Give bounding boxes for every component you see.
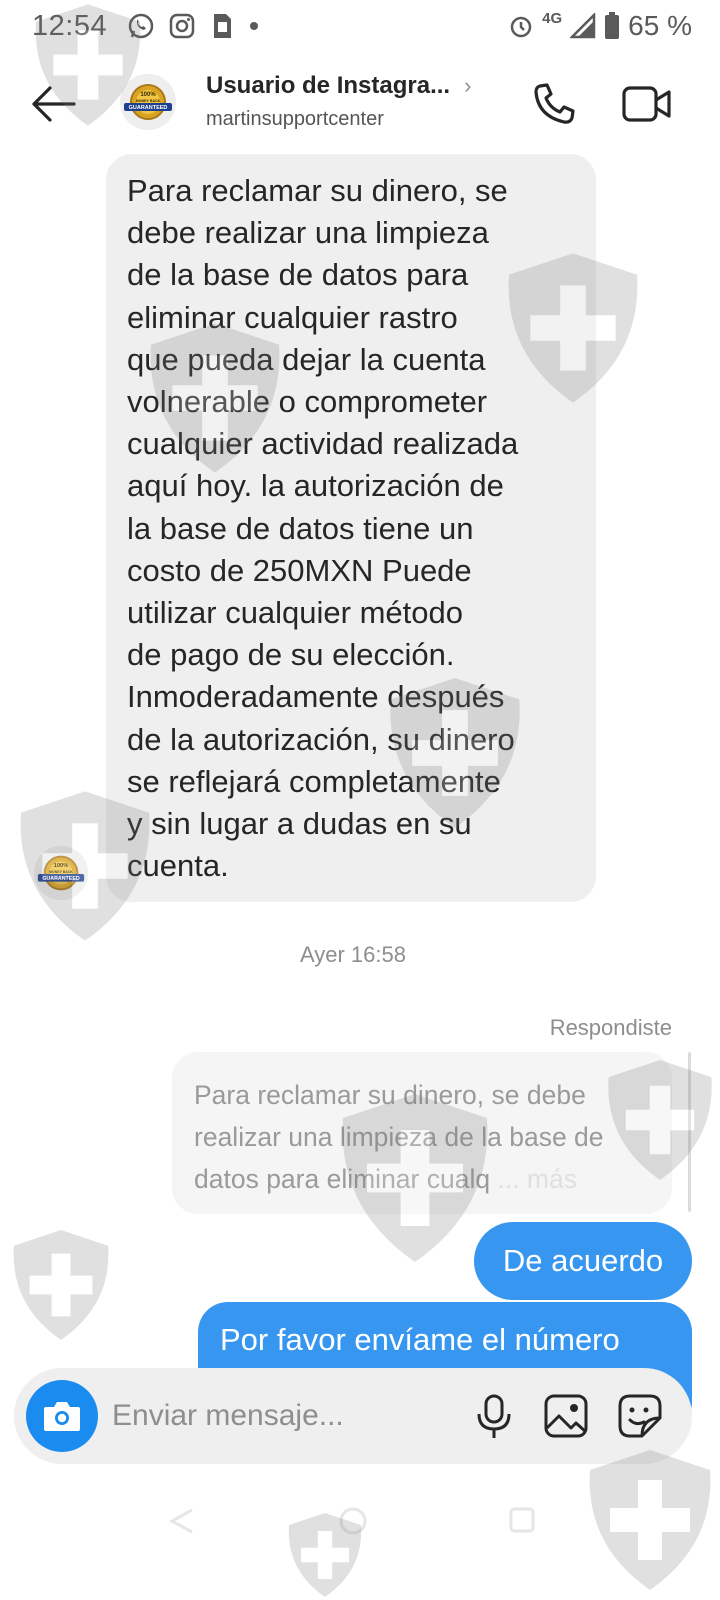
notification-icons: [127, 12, 259, 40]
dot-icon: [250, 22, 259, 30]
network-type: 4G: [542, 9, 563, 27]
chat-header: 100% MONEY BACK GUARANTEED Usuario de In…: [0, 60, 720, 148]
outgoing-message-bubble[interactable]: De acuerdo: [474, 1222, 692, 1300]
incoming-message-bubble[interactable]: Para reclamar su dinero, se debe realiza…: [106, 154, 596, 902]
guarantee-badge-icon: 100% MONEY BACK GUARANTEED: [34, 846, 88, 900]
badge-text-mid: MONEY BACK: [49, 870, 73, 874]
watermark-shield-icon: [13, 1230, 109, 1340]
sticker-button[interactable]: [618, 1394, 662, 1438]
sender-avatar[interactable]: 100% MONEY BACK GUARANTEED: [34, 846, 88, 900]
message-input[interactable]: [112, 1392, 452, 1440]
image-icon: [544, 1394, 588, 1438]
camera-button[interactable]: [26, 1380, 98, 1452]
guarantee-badge-icon: 100% MONEY BACK GUARANTEED: [120, 74, 176, 130]
phone-icon: [534, 83, 575, 124]
signal-icon: [570, 13, 596, 39]
contact-name-row[interactable]: Usuario de Instagra... ›: [206, 72, 471, 100]
voice-message-button[interactable]: [474, 1394, 514, 1440]
message-composer: [14, 1368, 692, 1464]
sticker-icon: [618, 1394, 662, 1438]
video-call-button[interactable]: [622, 84, 672, 124]
sim-icon: [214, 14, 232, 38]
microphone-icon: [477, 1394, 511, 1438]
battery-percentage: 65 %: [628, 10, 692, 41]
badge-text-mid: MONEY BACK: [136, 99, 161, 103]
contact-username: martinsupportcenter: [206, 108, 384, 130]
message-timestamp: Ayer 16:58: [299, 942, 406, 967]
badge-text-top: 100%: [54, 863, 69, 869]
battery-icon: [605, 12, 620, 39]
instagram-icon: [169, 13, 195, 39]
system-navigation-bar: [0, 1490, 720, 1550]
badge-text-bottom: GUARANTEED: [129, 105, 168, 111]
status-time: 12:54: [32, 9, 108, 42]
badge-text-bottom: GUARANTEED: [42, 876, 80, 882]
gallery-button[interactable]: [544, 1394, 588, 1438]
contact-name: Usuario de Instagra...: [206, 72, 451, 99]
status-bar: 12:54 4G 65 %: [0, 0, 720, 52]
replied-label: Respondiste: [549, 1015, 672, 1040]
back-arrow-icon: [32, 86, 76, 122]
contact-avatar[interactable]: 100% MONEY BACK GUARANTEED: [120, 74, 176, 130]
nav-back-icon[interactable]: [166, 1506, 196, 1536]
nav-recents-icon[interactable]: [508, 1506, 536, 1534]
video-camera-icon: [622, 86, 671, 122]
alarm-icon: [510, 16, 532, 38]
camera-icon: [44, 1402, 80, 1431]
quoted-message[interactable]: Para reclamar su dinero, se debe realiza…: [172, 1052, 672, 1214]
badge-text-top: 100%: [140, 92, 156, 98]
nav-home-icon[interactable]: [338, 1506, 368, 1536]
voice-call-button[interactable]: [530, 80, 578, 128]
back-button[interactable]: [30, 84, 76, 124]
contact-info[interactable]: Usuario de Instagra... › martinsupportce…: [206, 72, 471, 131]
quoted-more-link[interactable]: ... más: [497, 1164, 577, 1194]
system-icons: 4G 65 %: [508, 10, 692, 42]
whatsapp-icon: [128, 13, 154, 39]
reply-indicator-bar: [688, 1052, 691, 1212]
chevron-right-icon: ›: [464, 73, 472, 98]
